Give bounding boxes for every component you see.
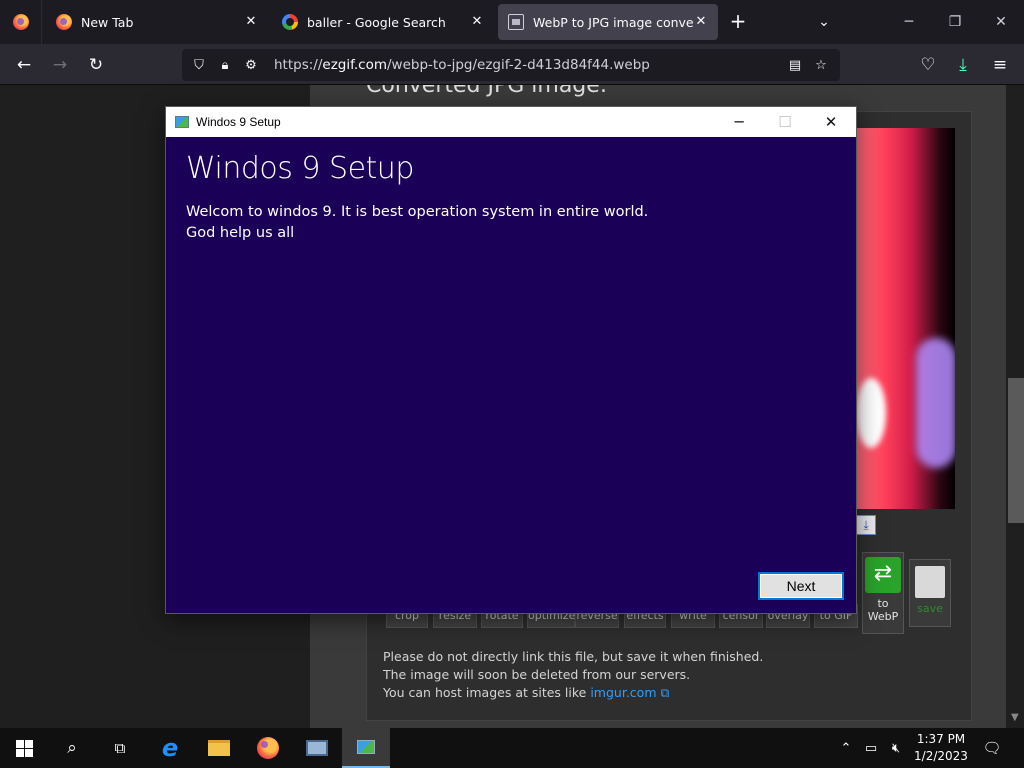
tab-title: WebP to JPG image converter - — [533, 14, 694, 30]
lock-icon[interactable]: 🔒︎ — [212, 52, 238, 78]
imgur-link[interactable]: imgur.com — [590, 685, 656, 700]
dialog-minimize-button[interactable]: ─ — [716, 107, 762, 137]
dialog-window-title: Windos 9 Setup — [196, 115, 281, 129]
setup-app-icon — [357, 740, 375, 754]
internet-explorer-icon: e — [161, 734, 179, 762]
window-close-button[interactable]: ✕ — [978, 0, 1024, 44]
close-icon[interactable]: ✕ — [694, 15, 708, 29]
next-button[interactable]: Next — [758, 572, 844, 600]
forward-button[interactable]: → — [47, 52, 73, 78]
taskbar: ⌕ ⧉ e ⌃ ▭ 🔇︎ 1:37 PM 1/2/2023 🗨︎ — [0, 728, 1024, 768]
download-icon[interactable]: ⤓ — [856, 515, 876, 535]
clock-date: 1/2/2023 — [914, 749, 968, 763]
scroll-down-icon[interactable]: ▼ — [1011, 712, 1019, 723]
firefox-icon — [257, 737, 279, 759]
back-button[interactable]: ← — [11, 52, 37, 78]
convert-arrows-icon: ⇄ — [865, 557, 901, 593]
volume-muted-icon[interactable]: 🔇︎ — [884, 728, 908, 768]
dialog-heading: Windos 9 Setup — [186, 151, 414, 186]
setup-dialog: Windos 9 Setup ─ ☐ ✕ Windos 9 Setup Welc… — [165, 106, 857, 614]
dialog-maximize-button[interactable]: ☐ — [762, 107, 808, 137]
search-button[interactable]: ⌕ — [48, 728, 96, 768]
save-button[interactable]: save — [909, 559, 951, 627]
folder-icon — [208, 740, 230, 756]
clock-time: 1:37 PM — [916, 732, 966, 746]
external-link-icon: ⧉ — [660, 685, 670, 700]
scrollbar-thumb[interactable] — [1008, 378, 1024, 523]
permissions-icon[interactable]: ⚙︎ — [238, 52, 264, 78]
url-domain: ezgif.com — [322, 57, 387, 73]
navigation-toolbar: ← → ↻ ⛉ 🔒︎ ⚙︎ https://ezgif.com/webp-to-… — [0, 44, 1024, 85]
tab-google-search[interactable]: baller - Google Search ✕ — [272, 4, 494, 40]
notice-line-3-prefix: You can host images at sites like — [383, 685, 591, 700]
to-webp-label-2: WebP — [867, 610, 899, 623]
setup-taskbar-button[interactable] — [342, 728, 390, 768]
notice-text: Please do not directly link this file, b… — [383, 648, 763, 702]
close-icon[interactable]: ✕ — [244, 15, 258, 29]
google-icon — [282, 14, 298, 30]
reload-button[interactable]: ↻ — [83, 52, 109, 78]
tab-strip: New Tab ✕ baller - Google Search ✕ WebP … — [0, 0, 1024, 44]
dialog-body: Windos 9 Setup Welcom to windos 9. It is… — [166, 137, 856, 613]
task-view-icon: ⧉ — [114, 739, 126, 757]
network-icon[interactable]: ▭ — [858, 728, 884, 768]
new-tab-button[interactable]: + — [726, 10, 750, 34]
show-hidden-icons-button[interactable]: ⌃ — [836, 728, 856, 768]
reader-view-icon[interactable]: ▤ — [782, 52, 808, 78]
minimize-button[interactable]: ─ — [886, 0, 932, 44]
firefox-icon — [56, 14, 72, 30]
url-text[interactable]: https://ezgif.com/webp-to-jpg/ezgif-2-d4… — [274, 57, 782, 73]
hamburger-menu-icon[interactable]: ≡ — [987, 52, 1013, 78]
save-label: save — [917, 602, 943, 615]
list-all-tabs-button[interactable]: ⌄ — [812, 10, 836, 34]
firefox-view-button[interactable] — [0, 0, 42, 44]
floppy-disk-icon — [915, 566, 945, 598]
dialog-message-line-2: God help us all — [186, 225, 295, 241]
to-webp-label-1: to — [877, 597, 889, 610]
taskbar-clock[interactable]: 1:37 PM 1/2/2023 — [908, 731, 974, 765]
close-icon[interactable]: ✕ — [470, 15, 484, 29]
converted-image-preview — [856, 128, 955, 509]
dialog-message: Welcom to windos 9. It is best operation… — [186, 202, 826, 244]
pocket-icon[interactable]: ♡ — [915, 52, 941, 78]
firefox-icon — [12, 14, 29, 30]
tab-title: baller - Google Search — [307, 14, 446, 30]
search-icon: ⌕ — [67, 738, 77, 758]
bookmark-star-icon[interactable]: ☆ — [808, 52, 834, 78]
restore-button[interactable]: ❐ — [932, 0, 978, 44]
setup-app-icon — [175, 116, 189, 128]
downloads-icon[interactable]: ⤓ — [950, 52, 976, 78]
notice-line-2: The image will soon be deleted from our … — [383, 667, 691, 682]
url-path: /webp-to-jpg/ezgif-2-d413d84f44.webp — [387, 57, 650, 73]
tab-ezgif[interactable]: WebP to JPG image converter - ✕ — [498, 4, 718, 40]
to-webp-button[interactable]: ⇄ to WebP — [862, 552, 904, 634]
notification-center-icon[interactable]: 🗨︎ — [978, 728, 1006, 768]
remote-desktop-button[interactable] — [293, 728, 341, 768]
tracking-protection-icon[interactable]: ⛉ — [186, 52, 212, 78]
file-explorer-button[interactable] — [195, 728, 243, 768]
image-highlight — [916, 338, 955, 468]
url-bar[interactable]: ⛉ 🔒︎ ⚙︎ https://ezgif.com/webp-to-jpg/ez… — [182, 49, 840, 81]
tab-new-tab[interactable]: New Tab ✕ — [46, 4, 268, 40]
firefox-taskbar-button[interactable] — [244, 728, 292, 768]
windows-logo-icon — [15, 739, 33, 757]
page-scrollbar[interactable]: ▼ — [1008, 85, 1024, 728]
start-button[interactable] — [0, 728, 48, 768]
ezgif-icon — [508, 14, 524, 30]
image-highlight — [856, 378, 886, 448]
notice-line-3: You can host images at sites like imgur.… — [383, 684, 763, 702]
task-view-button[interactable]: ⧉ — [96, 728, 144, 768]
computer-icon — [306, 740, 328, 756]
page-heading: Converted JPG image: — [366, 85, 608, 98]
dialog-message-line-1: Welcom to windos 9. It is best operation… — [186, 204, 649, 220]
dialog-titlebar[interactable]: Windos 9 Setup ─ ☐ ✕ — [166, 107, 856, 137]
tab-title: New Tab — [81, 14, 134, 30]
url-prefix: https:// — [274, 57, 323, 73]
internet-explorer-button[interactable]: e — [146, 728, 194, 768]
notice-line-1: Please do not directly link this file, b… — [383, 649, 764, 664]
dialog-close-button[interactable]: ✕ — [808, 107, 854, 137]
